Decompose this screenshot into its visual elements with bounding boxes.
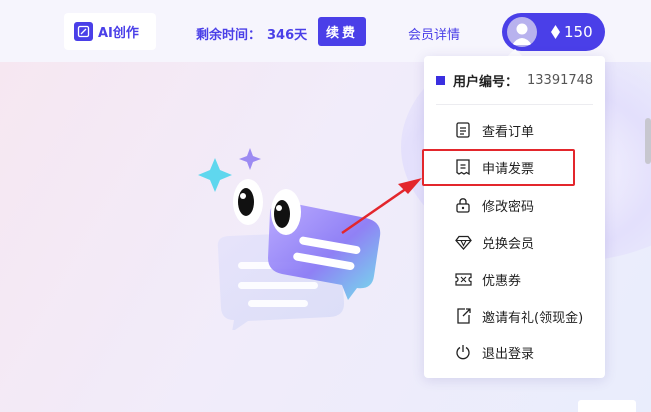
user-dropdown-menu: 用户编号： 13391748 查看订单 申请发票 修改密码 兑换会员 优惠券 邀…: [424, 56, 605, 378]
menu-item-label: 查看订单: [482, 124, 535, 140]
avatar: [507, 17, 537, 47]
user-menu-button[interactable]: 150: [502, 13, 605, 51]
share-icon: [454, 307, 472, 325]
corner-button[interactable]: [578, 400, 636, 412]
lock-icon: [454, 196, 472, 214]
edit-icon: [74, 22, 93, 41]
menu-item-view-orders[interactable]: 查看订单: [454, 116, 594, 144]
menu-item-redeem-membership[interactable]: 兑换会员: [454, 228, 594, 256]
remaining-time: 剩余时间： 346天: [196, 24, 307, 43]
menu-item-label: 优惠券: [482, 273, 522, 289]
balance-value: 150: [564, 23, 593, 41]
menu-item-invite-reward[interactable]: 邀请有礼(领现金): [454, 302, 594, 330]
user-id-label: 用户编号：: [453, 75, 519, 90]
menu-item-label: 修改密码: [482, 199, 535, 215]
menu-item-label: 兑换会员: [482, 236, 535, 252]
menu-item-label: 邀请有礼(领现金): [482, 310, 584, 326]
ai-create-label: AI创作: [98, 26, 139, 41]
user-id-value: 13391748: [527, 73, 594, 88]
power-icon: [454, 343, 472, 361]
diamond-outline-icon: [454, 233, 472, 251]
user-id-row: 用户编号： 13391748: [436, 71, 593, 90]
invoice-highlight-box: [422, 149, 575, 186]
coupon-icon: [454, 270, 472, 288]
menu-item-label: 退出登录: [482, 346, 535, 362]
user-id-marker: [436, 76, 445, 85]
order-icon: [454, 121, 472, 139]
scrollbar-thumb[interactable]: [645, 118, 651, 164]
diamond-icon: [551, 25, 560, 39]
renew-button[interactable]: 续费: [318, 17, 366, 46]
menu-item-coupons[interactable]: 优惠券: [454, 265, 594, 293]
member-detail-link[interactable]: 会员详情: [408, 24, 460, 43]
remaining-label: 剩余时间：: [196, 28, 262, 43]
chat-mascot-illustration: [198, 148, 381, 330]
menu-item-change-password[interactable]: 修改密码: [454, 191, 594, 219]
menu-divider: [436, 104, 593, 105]
ai-create-button[interactable]: AI创作: [64, 13, 156, 50]
menu-item-logout[interactable]: 退出登录: [454, 338, 594, 366]
remaining-value: 346天: [267, 28, 308, 43]
